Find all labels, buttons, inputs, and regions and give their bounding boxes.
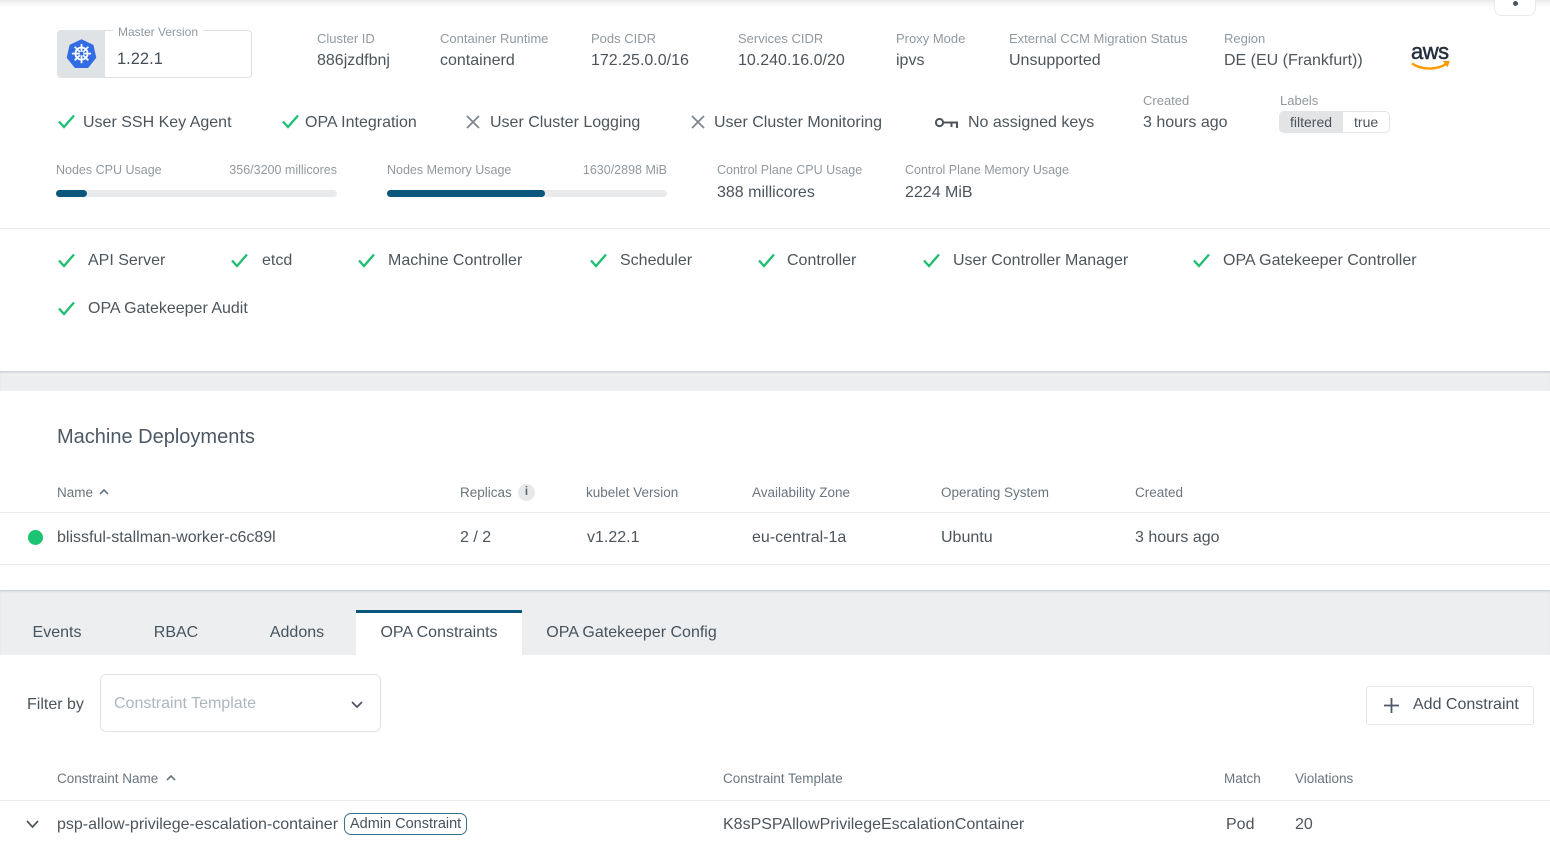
svg-text:aws: aws xyxy=(1411,40,1449,64)
